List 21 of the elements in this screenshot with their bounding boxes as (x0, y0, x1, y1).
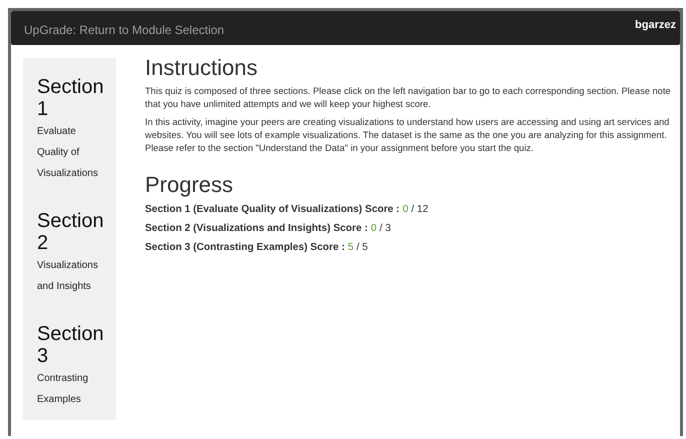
username: bgarzez (635, 19, 676, 31)
sidebar-link[interactable]: Evaluate Quality of Visualizations (37, 121, 107, 184)
score-label: Section 1 (Evaluate Quality of Visualizations) Score : (145, 204, 400, 215)
score-value: 0 (370, 223, 377, 234)
section-heading: Instructions (145, 56, 258, 80)
score-total: / 12 (411, 204, 428, 215)
nav-link[interactable]: UpGrade: Return to Module Selection (24, 23, 224, 37)
section-heading: Progress (145, 173, 234, 197)
score-value: 5 (348, 242, 354, 253)
score-total: / 5 (356, 242, 368, 253)
sidebar-link[interactable]: Contrasting Examples (37, 368, 107, 410)
paragraph: In this activity, imagine your peers are creating visualizations to understand how users are accessing and using art services and websites. You will see lots of example visualizations. The dataset is the same as the one you are analyzing for this assignment. Please refer to the section "Understand the Data" in your assignment before you start the quiz. (145, 116, 670, 155)
sidebar-link[interactable]: Visualizations and Insights (37, 255, 107, 297)
score-total: / 3 (380, 223, 391, 234)
score-label: Section 3 (Contrasting Examples) Score : (145, 242, 345, 253)
paragraph: This quiz is composed of three sections. Please click on the left navigation bar to go to each corresponding section. Please note that you have unlimited attempts and we will keep your highest score. (145, 85, 672, 111)
score-value: 0 (402, 204, 408, 215)
sidebar-link[interactable]: Section 1 (37, 76, 107, 120)
sidebar-link[interactable]: Section 2 (37, 210, 107, 254)
sidebar-link[interactable]: Section 3 (37, 323, 107, 367)
score-label: Section 2 (Visualizations and Insights) Score : (145, 223, 368, 234)
